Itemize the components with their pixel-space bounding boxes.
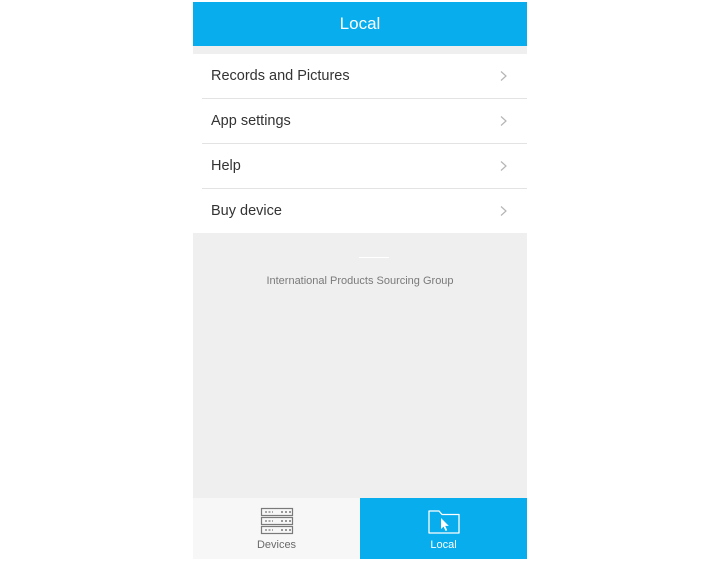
tab-local[interactable]: Local — [360, 498, 527, 559]
divider — [359, 257, 389, 258]
title-bar: Local — [193, 2, 527, 46]
menu-item-label: Help — [211, 158, 241, 174]
menu-item-help[interactable]: Help — [202, 144, 527, 189]
page-title: Local — [339, 14, 381, 33]
chevron-right-icon — [500, 206, 507, 216]
menu-item-label: App settings — [211, 113, 291, 129]
server-rack-icon — [260, 507, 293, 535]
menu-item-app-settings[interactable]: App settings — [202, 99, 527, 144]
chevron-right-icon — [500, 116, 507, 126]
menu-item-buy-device[interactable]: Buy device — [202, 189, 527, 233]
chevron-right-icon — [500, 161, 507, 171]
folder-cursor-icon — [427, 510, 460, 534]
app-screen: Local Records and Pictures App settings … — [193, 2, 527, 559]
settings-menu: Records and Pictures App settings Help B… — [193, 54, 527, 233]
bottom-tab-bar: Devices Local — [193, 498, 527, 559]
company-name: International Products Sourcing Group — [266, 275, 454, 287]
menu-item-records-and-pictures[interactable]: Records and Pictures — [202, 54, 527, 99]
tab-devices-label: Devices — [256, 539, 297, 551]
tab-devices[interactable]: Devices — [193, 498, 360, 559]
menu-item-label: Buy device — [211, 203, 282, 219]
tab-local-label: Local — [430, 539, 457, 551]
chevron-right-icon — [500, 71, 507, 81]
content-area: International Products Sourcing Group — [193, 233, 527, 498]
menu-item-label: Records and Pictures — [211, 68, 350, 84]
header-spacer — [193, 46, 527, 54]
